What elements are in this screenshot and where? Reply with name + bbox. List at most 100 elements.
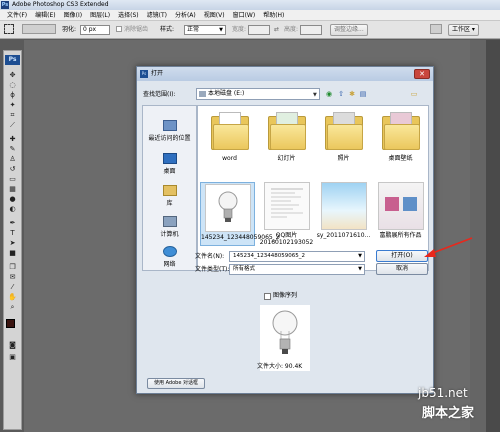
eraser-tool-icon[interactable]: ▭ xyxy=(7,175,18,183)
watermark-sitename: 脚本之家 xyxy=(422,406,475,421)
3d-tool-icon[interactable]: ❒ xyxy=(7,263,18,271)
place-network[interactable]: 网络 xyxy=(143,246,196,268)
place-library-label: 库 xyxy=(166,200,173,207)
menu-file[interactable]: 文件(F) xyxy=(3,10,31,21)
place-computer[interactable]: 计算机 xyxy=(143,216,196,238)
menu-view[interactable]: 视图(V) xyxy=(200,10,229,21)
menu-layer[interactable]: 图层(L) xyxy=(86,10,114,21)
filetype-label: 文件类型(T): xyxy=(195,266,230,273)
zoom-tool-icon[interactable]: ⌕ xyxy=(7,303,18,311)
menu-select[interactable]: 选择(S) xyxy=(114,10,143,21)
marquee-tool-icon[interactable] xyxy=(4,24,14,34)
foreground-color-swatch[interactable] xyxy=(6,319,15,328)
lasso-tool-icon[interactable]: ϕ xyxy=(7,91,18,99)
filename-value: 145234_123448059065_2 xyxy=(233,253,305,259)
magic-wand-tool-icon[interactable]: ✦ xyxy=(7,101,18,109)
menu-image[interactable]: 图像(I) xyxy=(60,10,86,21)
back-icon[interactable]: ◉ xyxy=(324,89,334,99)
selection-mode-icons[interactable] xyxy=(22,24,56,34)
palette-well-icon[interactable] xyxy=(430,24,442,34)
app-logo-icon: Ps xyxy=(1,1,9,9)
antialias-checkbox[interactable] xyxy=(116,26,122,32)
list-item[interactable]: word xyxy=(202,110,257,162)
filename-input[interactable]: 145234_123448059065_2 ▼ xyxy=(229,251,365,262)
dodge-tool-icon[interactable]: ◐ xyxy=(7,205,18,213)
hand-tool-icon[interactable]: ✋ xyxy=(7,293,18,301)
close-button[interactable]: ✕ xyxy=(414,69,430,79)
panel-dock-edge xyxy=(486,40,500,432)
type-tool-icon[interactable]: T xyxy=(7,229,18,237)
style-select[interactable]: 正常 ▼ xyxy=(184,25,226,35)
cancel-button[interactable]: 取消 xyxy=(376,263,428,275)
look-in-select[interactable]: 本地磁盘 (E:) ▼ xyxy=(196,88,320,100)
slice-tool-icon[interactable]: ⟋ xyxy=(7,121,18,129)
list-item[interactable]: sy_2011071610... xyxy=(316,182,371,239)
list-item[interactable]: 富鹏展所有作品 xyxy=(373,182,428,239)
file-list: word 幻灯片 照片 桌面壁纸 145234_123448059065_2 Q… xyxy=(197,105,429,271)
menu-window[interactable]: 窗口(W) xyxy=(229,10,260,21)
folder-icon xyxy=(323,110,365,152)
list-item[interactable]: 幻灯片 xyxy=(259,110,314,162)
menu-help[interactable]: 帮助(H) xyxy=(259,10,288,21)
crop-tool-icon[interactable]: ⌗ xyxy=(7,111,18,119)
new-folder-icon[interactable]: ✱ xyxy=(347,89,357,99)
healing-brush-tool-icon[interactable]: ✚ xyxy=(7,135,18,143)
image-sequence-checkbox[interactable] xyxy=(264,293,271,300)
chevron-down-icon: ▼ xyxy=(313,92,317,98)
clone-stamp-tool-icon[interactable]: ♙ xyxy=(7,155,18,163)
path-selection-tool-icon[interactable]: ➤ xyxy=(7,239,18,247)
screen-mode-icon[interactable]: ▣ xyxy=(7,353,18,361)
blur-tool-icon[interactable]: ● xyxy=(7,195,18,203)
list-item[interactable]: 照片 xyxy=(316,110,371,162)
list-item[interactable]: QQ图片20160102193052 xyxy=(259,182,314,246)
place-recent[interactable]: 最近访问的位置 xyxy=(143,120,196,142)
move-tool-icon[interactable]: ✥ xyxy=(7,71,18,79)
folder-nav-icon[interactable]: ▭ xyxy=(409,89,419,99)
up-folder-icon[interactable]: ⇧ xyxy=(336,89,346,99)
chevron-down-icon: ▼ xyxy=(358,253,362,259)
file-size-label: 文件大小: 90.4K xyxy=(257,363,303,370)
eyedropper-tool-icon[interactable]: ⁄ xyxy=(7,283,18,291)
place-library[interactable]: 库 xyxy=(143,185,196,207)
beach-image-thumbnail-icon xyxy=(320,182,367,230)
chevron-down-icon: ▼ xyxy=(219,27,223,33)
width-input[interactable] xyxy=(248,25,270,35)
pen-tool-icon[interactable]: ✒ xyxy=(7,219,18,227)
list-item[interactable]: 桌面壁纸 xyxy=(373,110,428,162)
notes-tool-icon[interactable]: ✉ xyxy=(7,273,18,281)
height-input[interactable] xyxy=(300,25,322,35)
shape-tool-icon[interactable]: ■ xyxy=(7,249,18,257)
open-button[interactable]: 打开(O) xyxy=(376,250,428,262)
panel-dock xyxy=(470,40,486,432)
menu-analysis[interactable]: 分析(A) xyxy=(171,10,200,21)
gradient-tool-icon[interactable]: ▦ xyxy=(7,185,18,193)
window-title: Adobe Photoshop CS3 Extended xyxy=(12,1,109,8)
use-adobe-dialog-button[interactable]: 使用 Adobe 对话框 xyxy=(147,378,205,389)
tool-palette: Ps ✥ ◌ ϕ ✦ ⌗ ⟋ ✚ ✎ ♙ ↺ ▭ ▦ ● ◐ ✒ T ➤ ■ ❒… xyxy=(3,50,22,430)
marquee-tool-icon[interactable]: ◌ xyxy=(7,81,18,89)
file-name: 富鹏展所有作品 xyxy=(379,232,422,239)
place-desktop[interactable]: 桌面 xyxy=(143,153,196,175)
filetype-select[interactable]: 所有格式 ▼ xyxy=(229,264,365,275)
folder-icon xyxy=(209,110,251,152)
list-item[interactable]: 145234_123448059065_2 xyxy=(200,182,280,246)
place-network-label: 网络 xyxy=(163,261,176,268)
recent-places-icon xyxy=(162,120,177,131)
file-name: 幻灯片 xyxy=(277,155,296,162)
look-in-value: 本地磁盘 (E:) xyxy=(208,90,245,97)
workspace-button[interactable]: 工作区 ▾ xyxy=(448,24,479,36)
feather-input[interactable]: 0 px xyxy=(80,25,110,35)
swap-icon[interactable]: ⇄ xyxy=(274,26,279,34)
menu-filter[interactable]: 滤镜(T) xyxy=(143,10,171,21)
lightbulb-thumbnail-icon xyxy=(204,184,251,232)
refine-edge-button[interactable]: 调整边缘... xyxy=(330,24,368,36)
view-menu-icon[interactable]: ▤ xyxy=(358,89,368,99)
menu-edit[interactable]: 编辑(E) xyxy=(31,10,59,21)
history-brush-tool-icon[interactable]: ↺ xyxy=(7,165,18,173)
works-image-thumbnail-icon xyxy=(377,182,424,230)
ps-logo-icon: Ps xyxy=(5,55,20,65)
style-label: 样式: xyxy=(160,26,175,33)
ps-logo-icon: Ps xyxy=(140,70,148,78)
brush-tool-icon[interactable]: ✎ xyxy=(7,145,18,153)
quick-mask-icon[interactable]: ◙ xyxy=(7,341,18,349)
